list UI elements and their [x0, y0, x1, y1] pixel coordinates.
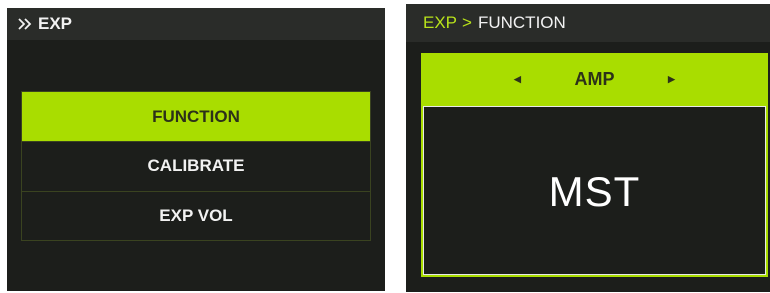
parameter-panel: ◀ AMP ▶ MST	[421, 53, 768, 277]
menu-item-exp-vol[interactable]: EXP VOL	[22, 190, 370, 240]
parameter-value[interactable]: MST	[423, 168, 766, 216]
menu-item-calibrate[interactable]: CALIBRATE	[22, 141, 370, 190]
triangle-left-icon[interactable]: ◀	[513, 74, 523, 85]
breadcrumb-current: FUNCTION	[477, 13, 566, 32]
breadcrumb-root[interactable]: EXP	[423, 13, 457, 33]
breadcrumb-separator: >	[462, 13, 472, 32]
screen-header: EXP	[7, 8, 385, 40]
exp-menu-list: FUNCTION CALIBRATE EXP VOL	[21, 91, 371, 241]
parameter-selector[interactable]: ◀ AMP ▶	[423, 55, 766, 104]
menu-item-function[interactable]: FUNCTION	[22, 92, 370, 142]
exp-function-screen: EXP > FUNCTION ◀ AMP ▶ MST	[406, 4, 770, 292]
parameter-value-area: MST	[423, 104, 766, 275]
breadcrumb: EXP > FUNCTION	[406, 4, 770, 42]
triangle-right-icon[interactable]: ▶	[667, 74, 677, 85]
parameter-label: AMP	[574, 69, 615, 89]
exp-menu-screen: EXP FUNCTION CALIBRATE EXP VOL	[7, 8, 385, 291]
double-chevron-right-icon	[18, 18, 32, 30]
screen-title: EXP	[38, 14, 73, 33]
